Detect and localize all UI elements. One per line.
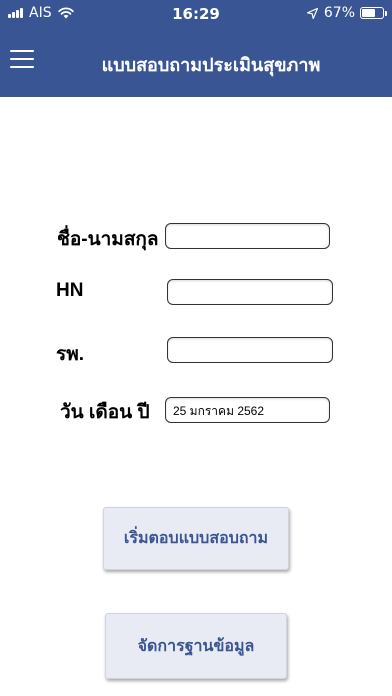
app-header: AIS 16:29 67% แบบสอบถามประเมินสุขภาพ [0,0,392,97]
date-label: วัน เดือน ปี [60,402,150,423]
page-title: แบบสอบถามประเมินสุขภาพ [101,55,321,75]
hospital-field[interactable] [167,337,333,363]
battery-percent: 67% [323,5,355,21]
manage-data-button[interactable]: จัดการฐานข้อมูล [105,613,287,679]
start-survey-button[interactable]: เริ่มตอบแบบสอบถาม [103,507,289,570]
hospital-label: รพ. [56,344,85,365]
hamburger-menu-icon[interactable] [10,50,34,70]
location-arrow-icon [306,7,318,19]
name-field[interactable] [165,223,330,249]
status-right: 67% [306,5,387,21]
hn-label: HN [56,280,84,301]
date-field[interactable]: 25 มกราคม 2562 [165,397,330,423]
battery-icon [360,7,387,19]
name-label: ชื่อ-นามสกุล [57,229,159,250]
hn-field[interactable] [167,279,333,305]
status-bar: AIS 16:29 67% [0,0,392,28]
